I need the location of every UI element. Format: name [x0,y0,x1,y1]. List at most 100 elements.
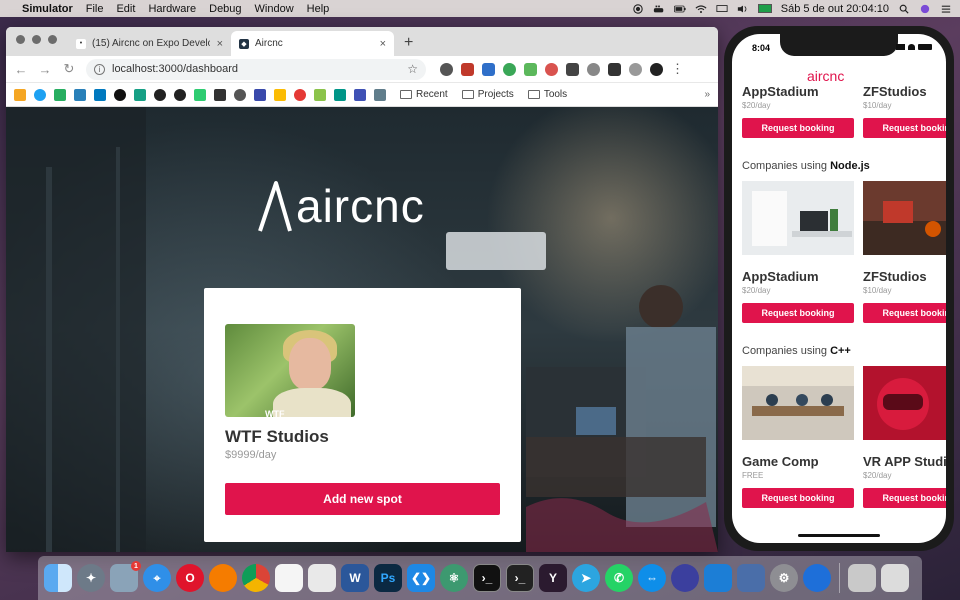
menu-app-name[interactable]: Simulator [22,3,73,15]
address-bar[interactable]: i localhost:3000/dashboard ☆ [86,58,426,80]
bookmark-icon[interactable] [234,88,246,101]
address-bar-url[interactable]: localhost:3000/dashboard [112,63,238,75]
app-icon[interactable] [671,564,699,592]
bookmark-folder-projects[interactable]: Projects [461,89,514,100]
more-bookmarks-button[interactable]: » [704,89,710,100]
extension-icon[interactable] [629,62,642,76]
menu-window[interactable]: Window [255,3,294,15]
bookmark-icon[interactable] [14,88,26,101]
bookmark-icon[interactable] [334,88,346,101]
wifi-icon[interactable] [695,4,707,14]
bookmark-icon[interactable] [34,88,46,101]
request-booking-button[interactable]: Request booking [863,303,946,323]
telegram-icon[interactable]: ➤ [572,564,600,592]
menu-edit[interactable]: Edit [116,3,135,15]
download-icon[interactable] [566,62,579,76]
notes-icon[interactable] [308,564,336,592]
system-preferences-icon[interactable]: ⚙ [770,564,798,592]
virtualbox-icon[interactable] [737,564,765,592]
notification-center-icon[interactable] [940,4,952,14]
extension-icon[interactable] [545,62,558,76]
extension-icon[interactable] [587,62,600,76]
battery-icon[interactable] [673,4,686,14]
extension-icon[interactable] [608,62,621,76]
extension-icon[interactable] [524,62,537,76]
bookmark-icon[interactable] [294,88,306,101]
safari-icon[interactable]: ⌖ [143,564,171,592]
menu-file[interactable]: File [86,3,104,15]
hyper-icon[interactable]: Y [539,564,567,592]
extension-icon[interactable] [503,62,516,76]
search-icon[interactable] [898,4,910,14]
atom-icon[interactable]: ⚛ [440,564,468,592]
finder-icon[interactable] [44,564,72,592]
vscode-icon[interactable]: ❮❯ [407,564,435,592]
extension-icon[interactable] [461,62,474,76]
word-icon[interactable]: W [341,564,369,592]
add-new-spot-button[interactable]: Add new spot [225,483,500,515]
bookmark-icon[interactable] [74,88,86,101]
tab-expo-developer[interactable]: • (15) Aircnc on Expo Developer × [68,31,231,56]
menubar-clock[interactable]: Sáb 5 de out 20:04:10 [781,3,889,15]
firefox-icon[interactable] [209,564,237,592]
request-booking-button[interactable]: Request booking [863,118,946,138]
bookmark-icon[interactable] [274,88,286,101]
tab-aircnc[interactable]: ◆ Aircnc × [231,31,394,56]
terminal-icon[interactable]: ›_ [473,564,501,592]
site-info-icon[interactable]: i [94,63,105,75]
zoom-window-button[interactable] [48,35,57,44]
whatsapp-icon[interactable]: ✆ [605,564,633,592]
record-icon[interactable] [632,3,644,14]
downloads-stack-icon[interactable] [848,564,876,592]
new-tab-button[interactable]: + [394,34,423,56]
bookmark-icon[interactable] [54,88,66,101]
github-icon[interactable] [154,88,166,101]
extension-icon[interactable] [440,62,453,76]
close-window-button[interactable] [16,35,25,44]
profile-avatar[interactable] [650,62,663,76]
menu-debug[interactable]: Debug [209,3,241,15]
docker-icon[interactable] [653,4,665,14]
xcode-icon[interactable] [704,564,732,592]
forward-arrow-icon[interactable]: → [38,62,52,77]
simulator-icon[interactable] [803,564,831,592]
browser-menu-icon[interactable]: ⋮ [671,61,684,77]
bookmark-icon[interactable] [354,88,366,101]
chrome-icon[interactable] [242,564,270,592]
bookmark-icon[interactable] [254,88,266,101]
back-arrow-icon[interactable]: ← [14,62,28,77]
bookmark-icon[interactable] [134,88,146,101]
preview-icon[interactable]: 1 [110,561,141,592]
request-booking-button[interactable]: Request booking [742,118,854,138]
bookmark-icon[interactable] [194,88,206,101]
photoshop-icon[interactable]: Ps [374,564,402,592]
menu-help[interactable]: Help [307,3,330,15]
home-indicator[interactable] [798,534,880,537]
screen-mirroring-icon[interactable] [716,4,728,14]
github-icon[interactable] [174,88,186,101]
teamviewer-icon[interactable]: ⇔ [638,564,666,592]
volume-icon[interactable] [737,4,749,14]
trash-icon[interactable] [881,564,909,592]
bookmark-folder-recent[interactable]: Recent [400,89,448,100]
flag-icon[interactable] [757,4,772,13]
bookmark-folder-tools[interactable]: Tools [527,89,567,100]
tab-close-icon[interactable]: × [217,38,223,50]
menu-hardware[interactable]: Hardware [148,3,196,15]
reminders-icon[interactable] [275,564,303,592]
bookmark-star-icon[interactable]: ☆ [407,62,418,76]
minimize-window-button[interactable] [32,35,41,44]
launchpad-icon[interactable]: ✦ [77,564,105,592]
siri-icon[interactable] [919,4,931,14]
iterm-icon[interactable]: ›_ [506,564,534,592]
bookmark-icon[interactable] [374,88,386,101]
bookmark-icon[interactable] [214,88,226,101]
tab-close-icon[interactable]: × [380,38,386,50]
request-booking-button[interactable]: Request booking [742,303,854,323]
opera-icon[interactable]: O [176,564,204,592]
request-booking-button[interactable]: Request booking [863,488,946,508]
company-list[interactable]: AppStadium $20/day Request booking ZFStu… [742,84,946,508]
extension-icon[interactable] [482,62,495,76]
bookmark-icon[interactable] [314,88,326,101]
bookmark-icon[interactable] [94,88,106,101]
